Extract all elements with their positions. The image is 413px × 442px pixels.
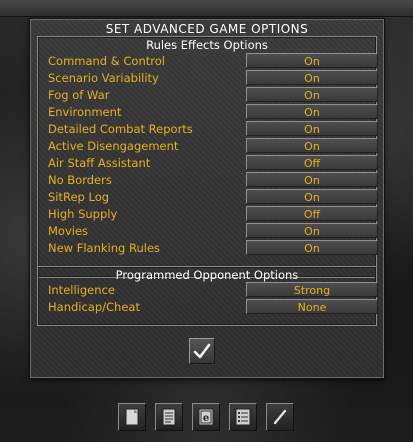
ok-button[interactable] [189, 338, 215, 364]
option-toggle-button[interactable]: On [246, 70, 378, 85]
option-label: Active Disengagement [48, 139, 179, 153]
option-label: Environment [48, 105, 122, 119]
option-row: Active Disengagement On [46, 138, 378, 154]
option-row: Command & Control On [46, 53, 378, 69]
option-row: No Borders On [46, 172, 378, 188]
option-toggle-button[interactable]: On [246, 240, 378, 255]
option-toggle-button[interactable]: On [246, 53, 378, 68]
pen-icon [273, 409, 287, 425]
option-label: Fog of War [48, 88, 110, 102]
rules-section-title: Rules Effects Options [146, 38, 268, 52]
option-label: Air Staff Assistant [48, 156, 151, 170]
option-row: Air Staff Assistant Off [46, 155, 378, 171]
option-row: Fog of War On [46, 87, 378, 103]
option-toggle-button[interactable]: Off [246, 155, 378, 170]
advanced-options-dialog: SET ADVANCED GAME OPTIONS Rules Effects … [30, 19, 384, 378]
option-label: High Supply [48, 207, 118, 221]
list-button[interactable] [229, 403, 257, 431]
document-button[interactable] [118, 403, 146, 431]
programmed-opponent-section: Programmed Opponent Options Intelligence… [37, 266, 378, 326]
svg-text:e: e [203, 413, 209, 424]
e-page-icon: e [198, 408, 214, 426]
option-row: Detailed Combat Reports On [46, 121, 378, 137]
option-label: Command & Control [48, 54, 165, 68]
option-row: SitRep Log On [46, 189, 378, 205]
option-row: Intelligence Strong [46, 282, 378, 298]
rules-effects-section: Rules Effects Options Command & Control … [37, 36, 378, 278]
notepad-button[interactable] [155, 403, 183, 431]
list-icon [235, 408, 251, 426]
document-icon [125, 408, 139, 426]
opponent-section-title: Programmed Opponent Options [115, 268, 299, 282]
option-row: Scenario Variability On [46, 70, 378, 86]
option-toggle-button[interactable]: On [246, 189, 378, 204]
option-toggle-button[interactable]: Off [246, 206, 378, 221]
option-toggle-button[interactable]: On [246, 87, 378, 102]
option-row: Handicap/Cheat None [46, 299, 378, 315]
option-row: Movies On [46, 223, 378, 239]
checkmark-icon [193, 343, 211, 359]
top-strip [0, 0, 413, 17]
option-label: Intelligence [48, 283, 115, 297]
option-row: Environment On [46, 104, 378, 120]
notepad-icon [162, 408, 176, 426]
option-label: No Borders [48, 173, 112, 187]
option-toggle-button[interactable]: On [246, 104, 378, 119]
option-label: New Flanking Rules [48, 241, 161, 255]
e-page-button[interactable]: e [192, 403, 220, 431]
option-toggle-button[interactable]: On [246, 223, 378, 238]
option-label: SitRep Log [48, 190, 110, 204]
option-label: Movies [48, 224, 89, 238]
option-label: Detailed Combat Reports [48, 122, 193, 136]
option-toggle-button[interactable]: On [246, 121, 378, 136]
option-select-button[interactable]: Strong [246, 282, 378, 297]
option-toggle-button[interactable]: On [246, 172, 378, 187]
option-toggle-button[interactable]: On [246, 138, 378, 153]
dialog-title: SET ADVANCED GAME OPTIONS [105, 22, 309, 36]
pen-button[interactable] [266, 403, 294, 431]
option-row: High Supply Off [46, 206, 378, 222]
option-row: New Flanking Rules On [46, 240, 378, 256]
option-label: Scenario Variability [48, 71, 159, 85]
option-label: Handicap/Cheat [48, 300, 140, 314]
option-select-button[interactable]: None [246, 299, 378, 314]
